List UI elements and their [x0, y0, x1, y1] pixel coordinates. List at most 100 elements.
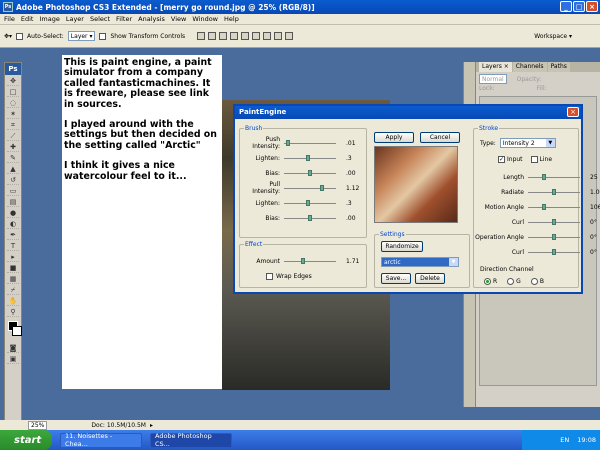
slider-knob[interactable]	[286, 139, 291, 146]
align-left-icon[interactable]	[230, 32, 239, 40]
align-middle-icon[interactable]	[208, 32, 217, 40]
stamp-tool-icon[interactable]: ▲	[7, 164, 19, 174]
tab-channels[interactable]: Channels	[512, 62, 547, 72]
zoom-tool-icon[interactable]: ⚲	[7, 307, 19, 317]
tab-layers[interactable]: Layers ×	[479, 62, 512, 72]
slider-track[interactable]	[528, 203, 580, 210]
start-button[interactable]: start	[0, 430, 52, 450]
zoom-level[interactable]: 25%	[28, 420, 48, 430]
path-select-icon[interactable]: ▸	[7, 252, 19, 262]
menu-view[interactable]: View	[171, 15, 186, 23]
slider-knob[interactable]	[308, 169, 312, 176]
slider-track[interactable]	[528, 173, 580, 180]
healing-tool-icon[interactable]: ✚	[7, 142, 19, 152]
distribute-icon[interactable]	[274, 32, 283, 40]
chevron-down-icon[interactable]: ▼	[449, 258, 458, 266]
slider-knob[interactable]	[308, 214, 312, 221]
wrap-edges-checkbox[interactable]	[266, 272, 273, 280]
lasso-tool-icon[interactable]: ◌	[7, 98, 19, 108]
save-button[interactable]: Save...	[381, 273, 411, 284]
taskbar-item[interactable]: 11. Noisettes - Chea...	[60, 432, 142, 448]
delete-button[interactable]: Delete	[415, 273, 445, 284]
radio-r[interactable]	[484, 277, 491, 285]
preview-image[interactable]	[374, 146, 458, 223]
dialog-close-button[interactable]: ×	[567, 107, 579, 117]
menu-layer[interactable]: Layer	[66, 15, 84, 23]
blur-tool-icon[interactable]: ●	[7, 208, 19, 218]
minimize-button[interactable]: _	[560, 1, 572, 12]
menu-edit[interactable]: Edit	[21, 15, 34, 23]
history-brush-icon[interactable]: ↺	[7, 175, 19, 185]
shape-tool-icon[interactable]: ■	[7, 263, 19, 273]
crop-tool-icon[interactable]: ⌗	[7, 120, 19, 130]
radio-g[interactable]	[507, 277, 515, 285]
wand-tool-icon[interactable]: ✶	[7, 109, 19, 119]
quick-mask-icon[interactable]: ◙	[7, 343, 19, 353]
cancel-button[interactable]: Cancel	[420, 132, 460, 143]
notes-tool-icon[interactable]: ▦	[7, 274, 19, 284]
eraser-tool-icon[interactable]: ▭	[7, 186, 19, 196]
slider-track[interactable]	[528, 233, 580, 240]
slider-knob[interactable]	[552, 218, 556, 225]
dodge-tool-icon[interactable]: ◐	[7, 219, 19, 229]
amount-slider[interactable]	[284, 257, 336, 264]
type-tool-icon[interactable]: T	[7, 241, 19, 251]
menu-window[interactable]: Window	[192, 15, 218, 23]
distribute-icon[interactable]	[263, 32, 272, 40]
pen-tool-icon[interactable]: ✒	[7, 230, 19, 240]
chevron-down-icon[interactable]: ▼	[545, 139, 555, 147]
input-checkbox[interactable]: ✓	[498, 155, 505, 163]
align-bottom-icon[interactable]	[219, 32, 228, 40]
brush-tool-icon[interactable]: ✎	[7, 153, 19, 163]
tab-paths[interactable]: Paths	[547, 62, 570, 72]
slider-track[interactable]	[528, 188, 580, 195]
marquee-tool-icon[interactable]: □	[7, 87, 19, 97]
type-dropdown[interactable]: Intensity 2 ▼	[499, 138, 556, 148]
maximize-button[interactable]: □	[573, 1, 585, 12]
randomize-button[interactable]: Randomize	[381, 241, 423, 252]
slider-track[interactable]	[528, 218, 580, 225]
show-transform-checkbox[interactable]	[99, 32, 107, 40]
align-center-icon[interactable]	[241, 32, 250, 40]
distribute-icon[interactable]	[285, 32, 294, 40]
slider-knob[interactable]	[552, 188, 556, 195]
background-color-swatch[interactable]	[12, 326, 22, 336]
slider-knob[interactable]	[542, 203, 547, 210]
slider-knob[interactable]	[305, 199, 310, 206]
slider-knob[interactable]	[320, 184, 324, 191]
slider-knob[interactable]	[300, 257, 305, 264]
auto-select-dropdown[interactable]: Layer ▾	[67, 31, 96, 41]
language-indicator[interactable]: EN	[560, 436, 569, 444]
slider-track[interactable]	[284, 154, 336, 161]
menu-analysis[interactable]: Analysis	[138, 15, 165, 23]
menu-image[interactable]: Image	[39, 15, 59, 23]
hand-tool-icon[interactable]: ✋	[7, 296, 19, 306]
auto-select-checkbox[interactable]	[16, 32, 24, 40]
line-checkbox[interactable]	[530, 155, 538, 163]
slider-track[interactable]	[528, 248, 580, 255]
align-top-icon[interactable]	[197, 32, 206, 40]
menu-filter[interactable]: Filter	[116, 15, 132, 23]
slider-track[interactable]	[284, 184, 336, 191]
screen-mode-icon[interactable]: ▣	[7, 354, 19, 364]
gradient-tool-icon[interactable]: ▤	[7, 197, 19, 207]
slice-tool-icon[interactable]: ⟋	[7, 131, 19, 141]
radio-b[interactable]	[530, 277, 538, 285]
slider-track[interactable]	[284, 139, 336, 146]
move-tool-icon[interactable]: ✥▾	[4, 33, 12, 40]
color-swatches[interactable]	[7, 321, 22, 339]
workspace-button[interactable]: Workspace ▾	[534, 33, 572, 40]
menu-select[interactable]: Select	[90, 15, 110, 23]
move-tool-icon[interactable]: ✥	[7, 76, 19, 86]
preset-dropdown[interactable]: arctic ▼	[381, 257, 459, 267]
menu-help[interactable]: Help	[224, 15, 239, 23]
status-arrow-icon[interactable]: ▸	[150, 422, 153, 429]
slider-track[interactable]	[284, 214, 336, 221]
blend-mode-dropdown[interactable]: Normal	[479, 74, 507, 84]
eyedropper-tool-icon[interactable]: ⌿	[7, 285, 19, 295]
taskbar-item[interactable]: Adobe Photoshop CS...	[150, 432, 232, 448]
slider-knob[interactable]	[542, 173, 547, 180]
slider-track[interactable]	[284, 199, 336, 206]
slider-track[interactable]	[284, 169, 336, 176]
menu-file[interactable]: File	[4, 15, 15, 23]
